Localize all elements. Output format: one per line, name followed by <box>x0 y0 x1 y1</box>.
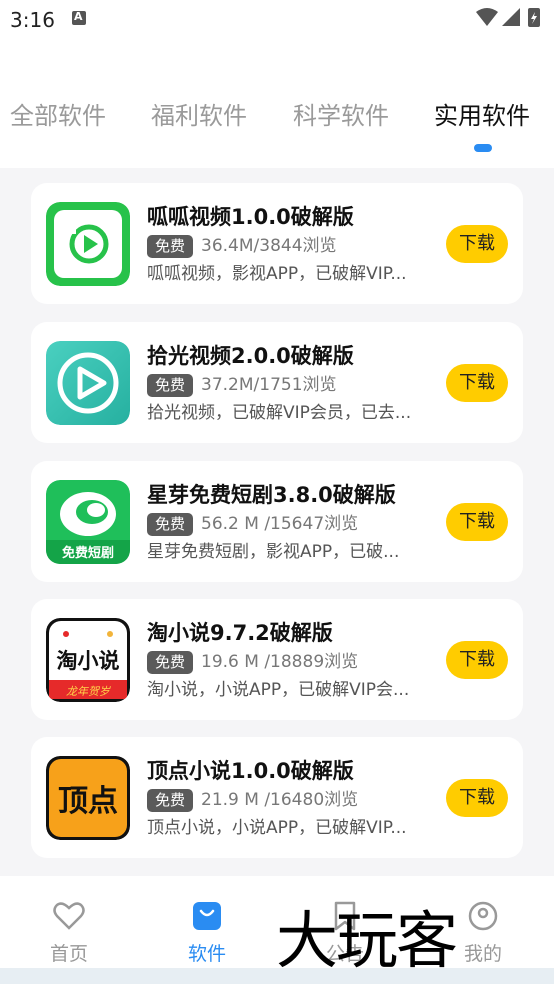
nav-label: 软件 <box>187 943 226 965</box>
status-time: 3:16 <box>10 8 55 32</box>
list-item[interactable]: 拾光视频2.0.0破解版 免费 37.2M/1751浏览 拾光视频，已破解VIP… <box>31 322 523 443</box>
app-description: 星芽免费短剧，影视APP，已破... <box>147 542 400 562</box>
download-button[interactable]: 下载 <box>446 779 508 817</box>
play-icon <box>46 202 130 286</box>
taoxiaoshuo-icon: 淘小说 龙年贺岁 <box>46 618 130 702</box>
app-title: 顶点小说1.0.0破解版 <box>147 759 354 783</box>
taoxiaoshuo-icon-text: 淘小说 <box>57 649 120 673</box>
bottom-strip <box>0 968 554 984</box>
list-item[interactable]: 免费短剧 星芽免费短剧3.8.0破解版 免费 56.2 M /15647浏览 星… <box>31 461 523 582</box>
app-description: 顶点小说，小说APP，已破解VIP... <box>147 818 407 838</box>
tab-science[interactable]: 科学软件 <box>293 96 389 131</box>
app-title: 星芽免费短剧3.8.0破解版 <box>147 483 396 507</box>
starbud-icon-text: 免费短剧 <box>62 545 114 561</box>
category-tabs: 全部软件 福利软件 科学软件 实用软件 <box>0 40 554 168</box>
list-item[interactable]: 淘小说 龙年贺岁 淘小说9.7.2破解版 免费 19.6 M /18889浏览 … <box>31 599 523 720</box>
watermark: 大玩客 <box>276 904 458 977</box>
tab-utility[interactable]: 实用软件 <box>434 96 530 131</box>
download-button[interactable]: 下载 <box>446 641 508 679</box>
nav-label: 首页 <box>49 943 88 965</box>
bag-icon <box>193 902 221 930</box>
dingdian-icon: 顶点 <box>46 756 130 840</box>
wifi-icon <box>476 8 498 26</box>
list-item[interactable]: 呱呱视频1.0.0破解版 免费 36.4M/3844浏览 呱呱视频，影视APP，… <box>31 183 523 304</box>
app-title: 拾光视频2.0.0破解版 <box>147 344 354 368</box>
app-meta: 19.6 M /18889浏览 <box>201 652 359 672</box>
profile-icon <box>468 901 498 931</box>
tab-all[interactable]: 全部软件 <box>10 96 106 131</box>
free-badge: 免费 <box>147 374 194 397</box>
app-title: 淘小说9.7.2破解版 <box>147 621 333 645</box>
tab-welfare[interactable]: 福利软件 <box>151 96 247 131</box>
app-meta: 56.2 M /15647浏览 <box>201 514 359 534</box>
signal-icon <box>502 8 520 26</box>
app-meta: 21.9 M /16480浏览 <box>201 790 359 810</box>
free-badge: 免费 <box>147 513 194 536</box>
taoxiaoshuo-icon-subtext: 龙年贺岁 <box>66 685 111 698</box>
free-badge: 免费 <box>147 651 194 674</box>
list-item[interactable]: 顶点 顶点小说1.0.0破解版 免费 21.9 M /16480浏览 顶点小说，… <box>31 737 523 858</box>
heart-icon <box>53 902 85 930</box>
dingdian-icon-text: 顶点 <box>58 784 118 819</box>
status-bar: 3:16 <box>0 0 554 40</box>
download-button[interactable]: 下载 <box>446 225 508 263</box>
nav-software[interactable]: 软件 <box>138 876 276 976</box>
nav-home[interactable]: 首页 <box>0 876 138 976</box>
starbud-icon: 免费短剧 <box>46 480 130 564</box>
app-description: 淘小说，小说APP，已破解VIP会... <box>147 680 410 700</box>
download-button[interactable]: 下载 <box>446 364 508 402</box>
app-description: 拾光视频，已破解VIP会员，已去... <box>147 403 412 423</box>
app-meta: 37.2M/1751浏览 <box>201 375 337 395</box>
app-meta: 36.4M/3844浏览 <box>201 236 337 256</box>
app-description: 呱呱视频，影视APP，已破解VIP... <box>147 264 407 284</box>
free-badge: 免费 <box>147 235 194 258</box>
play-circle-icon <box>46 341 130 425</box>
download-button[interactable]: 下载 <box>446 503 508 541</box>
app-title: 呱呱视频1.0.0破解版 <box>147 205 354 229</box>
active-tab-indicator <box>474 144 492 152</box>
notification-a-icon <box>72 10 86 25</box>
free-badge: 免费 <box>147 789 194 812</box>
status-icons <box>476 8 540 27</box>
